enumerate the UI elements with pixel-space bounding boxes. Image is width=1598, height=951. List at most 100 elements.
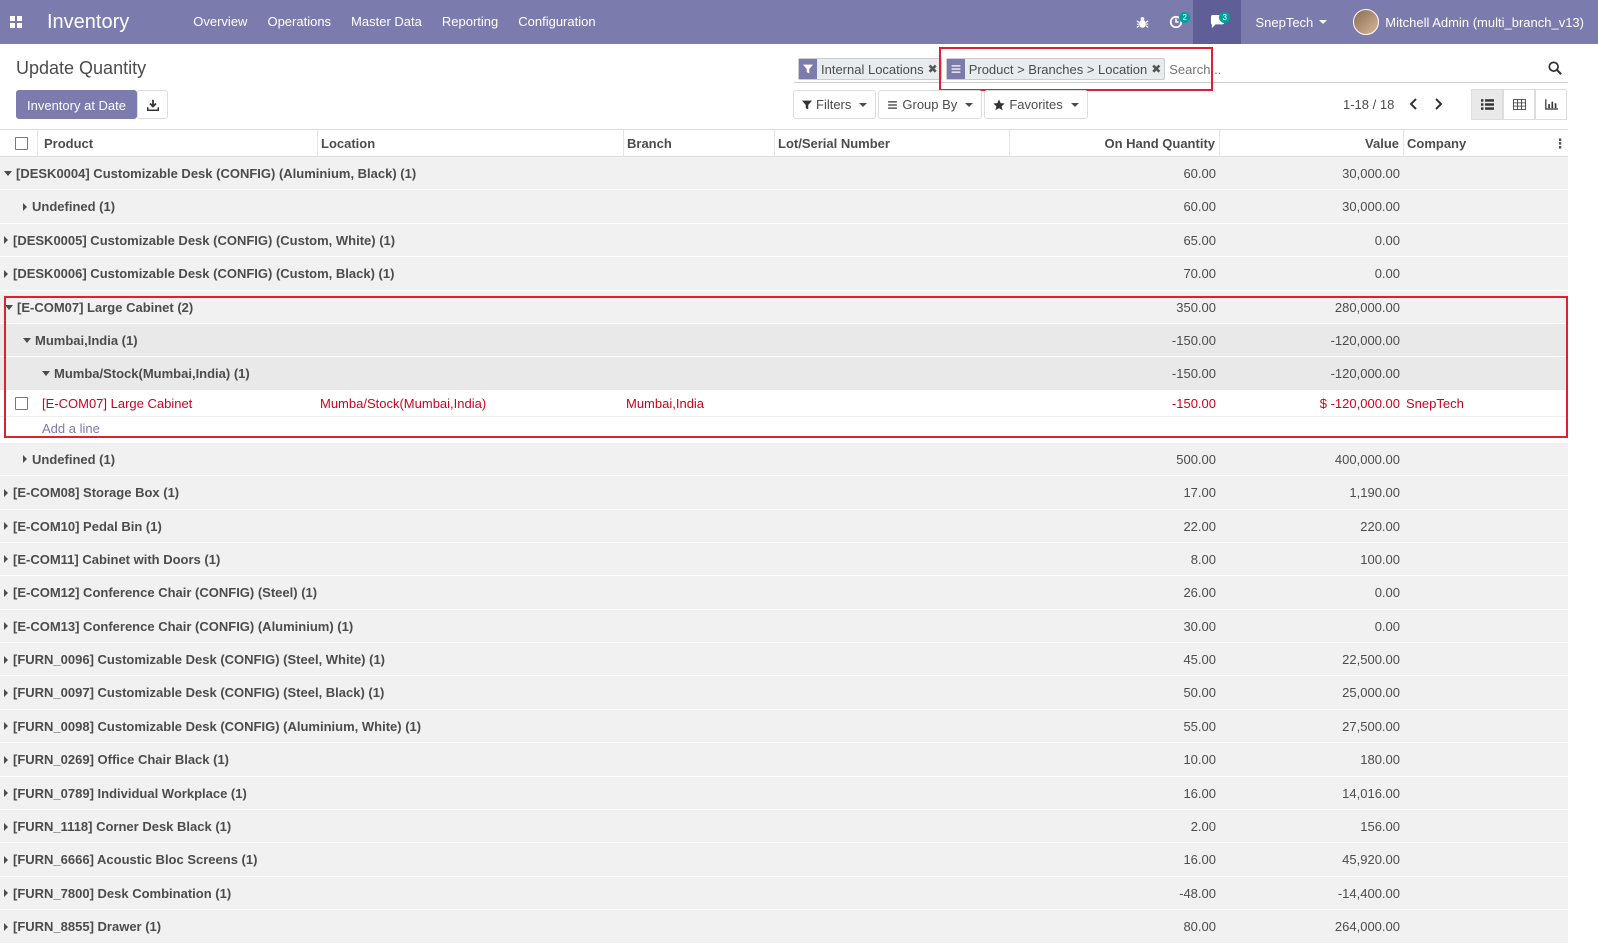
cell-location: Mumba/Stock(Mumbai,India)	[320, 395, 487, 411]
caret-right-icon	[4, 855, 8, 864]
search-icon[interactable]	[1548, 61, 1562, 78]
caret-right-icon	[4, 689, 8, 698]
search-facet-groupby[interactable]: Product > Branches > Location ✖	[945, 58, 1166, 80]
close-icon[interactable]: ✖	[1151, 62, 1164, 76]
list-view-button[interactable]	[1471, 89, 1503, 120]
group-row[interactable]: [DESK0006] Customizable Desk (CONFIG) (C…	[0, 257, 1568, 291]
subgroup-row[interactable]: Undefined (1) 60.00 30,000.00	[0, 190, 1568, 224]
caret-right-icon	[4, 822, 8, 831]
subgroup-row[interactable]: Mumbai,India (1) -150.00 -120,000.00	[0, 323, 1568, 358]
group-label: [FURN_7800] Desk Combination (1)	[13, 885, 232, 901]
group-value: -120,000.00	[1330, 332, 1400, 348]
column-branch[interactable]: Branch	[624, 130, 775, 157]
group-label: Mumbai,India (1)	[35, 332, 138, 348]
menu-operations[interactable]: Operations	[257, 0, 341, 44]
group-qty: 45.00	[1183, 652, 1216, 668]
menu-master-data[interactable]: Master Data	[341, 0, 432, 44]
filters-dropdown[interactable]: Filters	[793, 90, 877, 119]
group-row[interactable]: [FURN_1118] Corner Desk Black (1) 2.00 1…	[0, 810, 1568, 844]
group-row[interactable]: [E-COM07] Large Cabinet (2) 350.00 280,0…	[0, 290, 1568, 324]
column-location[interactable]: Location	[318, 130, 624, 157]
group-row[interactable]: [FURN_0097] Customizable Desk (CONFIG) (…	[0, 676, 1568, 710]
group-value: 220.00	[1360, 518, 1400, 534]
graph-view-button[interactable]	[1535, 89, 1567, 120]
group-qty: 16.00	[1183, 852, 1216, 868]
chevron-right-icon[interactable]	[1431, 94, 1447, 114]
apps-menu-icon[interactable]	[0, 0, 32, 44]
debug-bug-icon[interactable]	[1125, 0, 1159, 44]
search-input[interactable]	[1169, 61, 1370, 77]
cell-product: [E-COM07] Large Cabinet	[42, 395, 193, 411]
menu-reporting[interactable]: Reporting	[432, 0, 508, 44]
column-lot-serial[interactable]: Lot/Serial Number	[775, 130, 1010, 157]
group-row[interactable]: [DESK0004] Customizable Desk (CONFIG) (A…	[0, 157, 1568, 191]
user-menu[interactable]: Mitchell Admin (multi_branch_v13)	[1341, 9, 1598, 35]
pager-value[interactable]: 1-18 / 18	[1343, 97, 1394, 112]
inventory-at-date-button[interactable]: Inventory at Date	[16, 90, 137, 119]
group-row[interactable]: [FURN_0096] Customizable Desk (CONFIG) (…	[0, 643, 1568, 677]
select-all-checkbox[interactable]	[15, 137, 28, 150]
group-qty: 30.00	[1183, 618, 1216, 634]
caret-right-icon	[23, 455, 27, 464]
group-row[interactable]: [E-COM10] Pedal Bin (1) 22.00 220.00	[0, 509, 1568, 543]
search-facet-internal-locations[interactable]: Internal Locations ✖	[798, 58, 942, 80]
group-value: 25,000.00	[1342, 685, 1400, 701]
column-product[interactable]: Product	[38, 130, 318, 157]
cell-branch: Mumbai,India	[626, 395, 705, 411]
group-row[interactable]: [E-COM13] Conference Chair (CONFIG) (Alu…	[0, 609, 1568, 644]
group-label: [FURN_0096] Customizable Desk (CONFIG) (…	[13, 652, 385, 668]
group-row[interactable]: [E-COM11] Cabinet with Doors (1) 8.00 10…	[0, 542, 1568, 577]
caret-right-icon	[4, 922, 8, 931]
app-title[interactable]: Inventory	[47, 11, 129, 34]
favorites-dropdown[interactable]: Favorites	[984, 90, 1088, 119]
table-row[interactable]: [E-COM07] Large Cabinet Mumba/Stock(Mumb…	[0, 390, 1568, 417]
group-value: 30,000.00	[1342, 166, 1400, 181]
add-line-link[interactable]: Add a line	[42, 421, 100, 436]
subgroup-row[interactable]: Undefined (1) 500.00 400,000.00	[0, 442, 1568, 477]
column-company[interactable]: Company	[1404, 130, 1552, 157]
view-switcher	[1471, 89, 1567, 120]
messages-chat-icon[interactable]: 3	[1193, 0, 1242, 44]
inventory-table: Product Location Branch Lot/Serial Numbe…	[0, 129, 1568, 944]
menu-overview[interactable]: Overview	[183, 0, 257, 44]
cell-qty: -150.00	[1171, 395, 1216, 411]
download-button[interactable]	[137, 90, 168, 119]
table-icon	[1512, 99, 1526, 110]
company-switcher[interactable]: SnepTech	[1241, 15, 1341, 30]
group-row[interactable]: [DESK0005] Customizable Desk (CONFIG) (C…	[0, 223, 1568, 258]
caret-right-icon	[4, 522, 8, 531]
column-value[interactable]: Value	[1220, 130, 1404, 157]
pivot-view-button[interactable]	[1503, 89, 1535, 120]
group-row[interactable]: [FURN_0269] Office Chair Black (1) 10.00…	[0, 743, 1568, 777]
activity-clock-icon[interactable]: 2	[1159, 0, 1193, 44]
table-header: Product Location Branch Lot/Serial Numbe…	[0, 129, 1568, 157]
group-qty: 70.00	[1183, 266, 1216, 282]
cell-value: $ -120,000.00	[1319, 395, 1400, 411]
groupby-dropdown[interactable]: Group By	[878, 90, 983, 119]
group-row[interactable]: [FURN_7800] Desk Combination (1) -48.00 …	[0, 876, 1568, 911]
groupby-label: Group By	[902, 97, 958, 112]
group-qty: 17.00	[1183, 485, 1216, 501]
group-row[interactable]: [FURN_8855] Drawer (1) 80.00 264,000.00	[0, 910, 1568, 944]
group-row[interactable]: [FURN_0789] Individual Workplace (1) 16.…	[0, 776, 1568, 811]
group-qty: 65.00	[1183, 232, 1216, 248]
user-name: Mitchell Admin (multi_branch_v13)	[1385, 14, 1584, 30]
caret-right-icon	[4, 722, 8, 731]
row-checkbox[interactable]	[15, 396, 28, 410]
group-qty: 80.00	[1183, 919, 1216, 935]
column-on-hand-quantity[interactable]: On Hand Quantity	[1010, 130, 1220, 157]
activity-count-badge: 2	[1179, 12, 1190, 23]
subgroup-row[interactable]: Mumba/Stock(Mumbai,India) (1) -150.00 -1…	[0, 357, 1568, 391]
group-value: 0.00	[1374, 266, 1400, 282]
close-icon[interactable]: ✖	[928, 62, 941, 76]
group-row[interactable]: [FURN_6666] Acoustic Bloc Screens (1) 16…	[0, 843, 1568, 877]
optional-columns-icon[interactable]: ⋮	[1552, 130, 1568, 157]
group-row[interactable]: [E-COM08] Storage Box (1) 17.00 1,190.00	[0, 476, 1568, 510]
group-value: 180.00	[1360, 752, 1400, 768]
chevron-left-icon[interactable]	[1405, 94, 1421, 114]
group-value: 1,190.00	[1349, 485, 1400, 501]
group-label: [E-COM11] Cabinet with Doors (1)	[13, 551, 221, 567]
group-row[interactable]: [E-COM12] Conference Chair (CONFIG) (Ste…	[0, 576, 1568, 610]
menu-configuration[interactable]: Configuration	[508, 0, 605, 44]
group-row[interactable]: [FURN_0098] Customizable Desk (CONFIG) (…	[0, 709, 1568, 744]
